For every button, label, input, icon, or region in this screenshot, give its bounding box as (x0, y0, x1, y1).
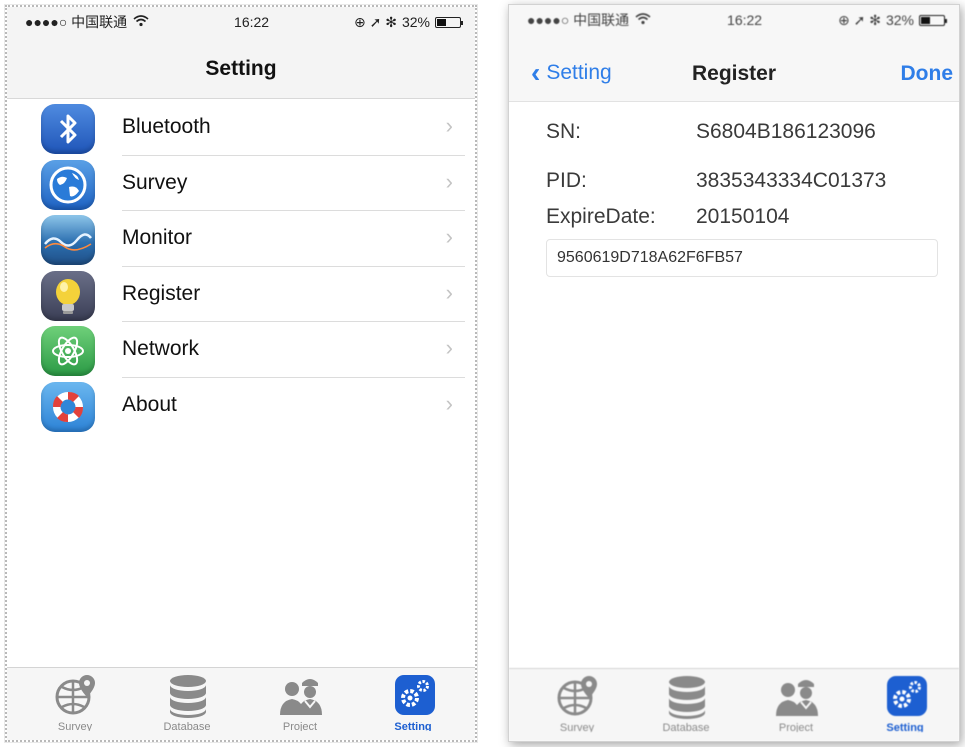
database-icon (170, 675, 206, 718)
workers-icon (776, 680, 818, 716)
tab-label: Database (662, 722, 710, 732)
setting-screen: ●●●●○ 中国联通 16:22 ⊕ ➚ ✻ 32% Setting Bluet… (5, 5, 477, 742)
wifi-icon (133, 14, 149, 30)
status-bar: ●●●●○ 中国联通 16:22 ⊕ ➚ ✻ 32% (7, 7, 475, 37)
settings-item-label: Register (122, 281, 201, 305)
settings-item-label: About (122, 392, 177, 416)
battery-icon (434, 16, 463, 28)
tab-label: Project (282, 721, 318, 731)
pid-label: PID: (546, 169, 587, 192)
page-title: Setting (205, 57, 277, 80)
tab-project[interactable]: Project (766, 674, 826, 740)
settings-item-register[interactable]: Register › (7, 267, 475, 322)
bluetooth-icon (41, 104, 95, 154)
tab-bar: Survey Database Project Setting (509, 668, 959, 741)
expire-date-label: ExpireDate: (546, 205, 656, 228)
status-time: 16:22 (234, 14, 270, 30)
tab-label: Database (163, 721, 211, 731)
settings-item-survey[interactable]: Survey › (7, 156, 475, 211)
settings-item-label: Survey (122, 170, 188, 194)
settings-item-monitor[interactable]: Monitor › (7, 211, 475, 267)
carrier-label: ●●●●○ 中国联通 (527, 12, 630, 28)
register-navbar: ●●●●○ 中国联通 16:22 ⊕ ➚ ✻ 32% ‹ Setting Reg… (509, 5, 959, 102)
wifi-icon (635, 12, 651, 28)
chevron-right-icon: › (445, 335, 453, 360)
tab-label: Survey (57, 721, 93, 731)
tab-setting[interactable]: Setting (383, 673, 443, 739)
tab-setting[interactable]: Setting (875, 674, 935, 740)
settings-item-bluetooth[interactable]: Bluetooth › (7, 100, 475, 156)
tab-survey[interactable]: Survey (547, 674, 607, 740)
setting-navbar: ●●●●○ 中国联通 16:22 ⊕ ➚ ✻ 32% Setting (7, 7, 475, 99)
settings-item-network[interactable]: Network › (7, 322, 475, 378)
chevron-right-icon: › (445, 113, 453, 138)
tab-label: Setting (886, 722, 924, 732)
monitor-wave-icon (41, 215, 95, 265)
tab-database[interactable]: Database (656, 674, 716, 740)
globe-pin-icon (55, 675, 95, 715)
sn-label: SN: (546, 120, 582, 143)
battery-icon (918, 14, 947, 26)
gear-icon (395, 675, 435, 715)
tab-project[interactable]: Project (270, 673, 330, 739)
status-time: 16:22 (727, 12, 763, 28)
register-code-input[interactable] (546, 239, 938, 277)
status-icons: ⊕ ➚ ✻ (837, 11, 881, 28)
tab-label: Project (778, 722, 814, 732)
globe-pin-icon (557, 676, 597, 716)
battery-percent: 32% (401, 14, 430, 30)
globe-icon (41, 159, 95, 210)
tab-survey[interactable]: Survey (45, 673, 105, 739)
expire-date-value: 20150104 (696, 205, 790, 228)
tab-label: Setting (394, 721, 432, 731)
sn-value: S6804B186123096 (696, 120, 876, 143)
gear-icon (887, 676, 927, 716)
tab-database[interactable]: Database (157, 673, 217, 739)
settings-list: Bluetooth › Survey › Monitor › Register (7, 100, 475, 433)
tab-label: Survey (559, 722, 595, 732)
register-screen: ●●●●○ 中国联通 16:22 ⊕ ➚ ✻ 32% ‹ Setting Reg… (508, 4, 960, 742)
pid-value: 3835343334C01373 (696, 169, 887, 192)
status-bar: ●●●●○ 中国联通 16:22 ⊕ ➚ ✻ 32% (509, 5, 959, 35)
settings-item-about[interactable]: About › (7, 378, 475, 434)
tab-bar: Survey Database Project Setting (7, 667, 475, 740)
database-icon (669, 676, 705, 719)
chevron-right-icon: › (445, 390, 453, 416)
workers-icon (280, 679, 322, 715)
page-title: Register (691, 62, 777, 85)
battery-percent: 32% (885, 12, 914, 28)
chevron-right-icon: › (445, 224, 453, 249)
chevron-right-icon: › (445, 279, 453, 305)
atom-icon (41, 326, 95, 376)
status-icons: ⊕ ➚ ✻ (353, 13, 397, 30)
settings-item-label: Network (122, 337, 200, 360)
carrier-label: ●●●●○ 中国联通 (25, 14, 128, 30)
lightbulb-icon (41, 270, 95, 321)
done-button[interactable]: Done (901, 62, 954, 86)
chevron-right-icon: › (445, 168, 453, 194)
settings-item-label: Bluetooth (122, 115, 211, 138)
settings-item-label: Monitor (122, 226, 193, 249)
lifebuoy-icon (41, 381, 95, 432)
